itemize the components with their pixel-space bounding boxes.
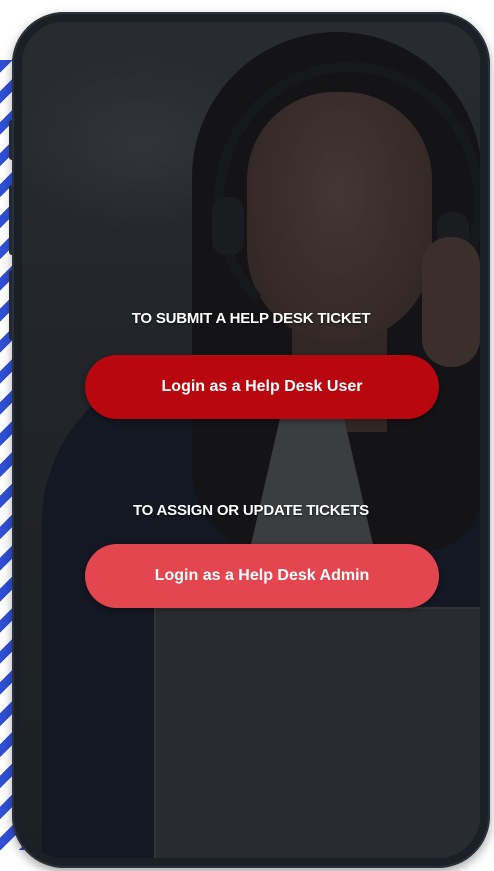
- assign-tickets-prompt: TO ASSIGN OR UPDATE TICKETS: [132, 502, 369, 519]
- login-options: TO SUBMIT A HELP DESK TICKET Login as a …: [22, 22, 480, 858]
- login-user-button[interactable]: Login as a Help Desk User: [85, 355, 439, 419]
- submit-ticket-prompt: TO SUBMIT A HELP DESK TICKET: [131, 310, 371, 327]
- login-admin-button[interactable]: Login as a Help Desk Admin: [85, 544, 439, 608]
- phone-frame: TO SUBMIT A HELP DESK TICKET Login as a …: [12, 12, 490, 868]
- stage: TO SUBMIT A HELP DESK TICKET Login as a …: [0, 0, 494, 871]
- phone-screen: TO SUBMIT A HELP DESK TICKET Login as a …: [22, 22, 480, 858]
